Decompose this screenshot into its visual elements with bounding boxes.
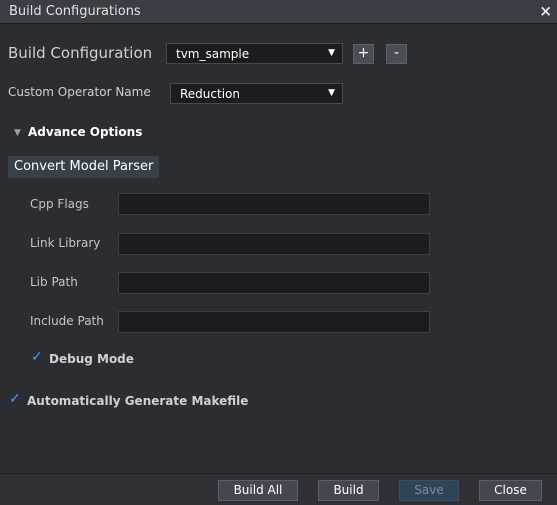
chevron-down-icon: ▼	[328, 88, 335, 98]
close-button[interactable]: Close	[479, 480, 542, 501]
lib-path-input[interactable]	[118, 272, 430, 294]
include-path-input[interactable]	[118, 311, 430, 333]
build-configuration-select[interactable]: tvm_sample ▼	[166, 43, 343, 64]
custom-operator-select[interactable]: Reduction ▼	[170, 83, 343, 104]
save-button[interactable]: Save	[399, 480, 459, 501]
custom-operator-label: Custom Operator Name	[8, 85, 151, 99]
remove-configuration-button[interactable]: -	[386, 44, 407, 64]
tab-convert-model-parser[interactable]: Convert Model Parser	[8, 156, 160, 178]
auto-makefile-checkbox[interactable]: ✓	[9, 391, 21, 407]
build-configuration-value: tvm_sample	[176, 47, 250, 61]
expand-triangle-icon[interactable]: ▼	[14, 128, 21, 138]
window-title: Build Configurations	[9, 4, 141, 19]
add-configuration-button[interactable]: +	[353, 44, 374, 64]
link-library-label: Link Library	[30, 236, 101, 250]
cpp-flags-label: Cpp Flags	[30, 197, 89, 211]
cpp-flags-input[interactable]	[118, 193, 430, 215]
build-configuration-label: Build Configuration	[8, 44, 153, 62]
advance-options-header[interactable]: Advance Options	[28, 125, 142, 139]
link-library-input[interactable]	[118, 233, 430, 255]
auto-makefile-label: Automatically Generate Makefile	[27, 394, 249, 408]
chevron-down-icon: ▼	[328, 48, 335, 58]
lib-path-label: Lib Path	[30, 275, 78, 289]
title-bar: Build Configurations ×	[0, 0, 557, 24]
build-all-button[interactable]: Build All	[218, 480, 298, 501]
include-path-label: Include Path	[30, 314, 104, 328]
build-button[interactable]: Build	[318, 480, 379, 501]
close-icon[interactable]: ×	[539, 2, 552, 20]
debug-mode-label: Debug Mode	[49, 352, 134, 366]
debug-mode-checkbox[interactable]: ✓	[31, 349, 43, 365]
custom-operator-value: Reduction	[180, 87, 240, 101]
